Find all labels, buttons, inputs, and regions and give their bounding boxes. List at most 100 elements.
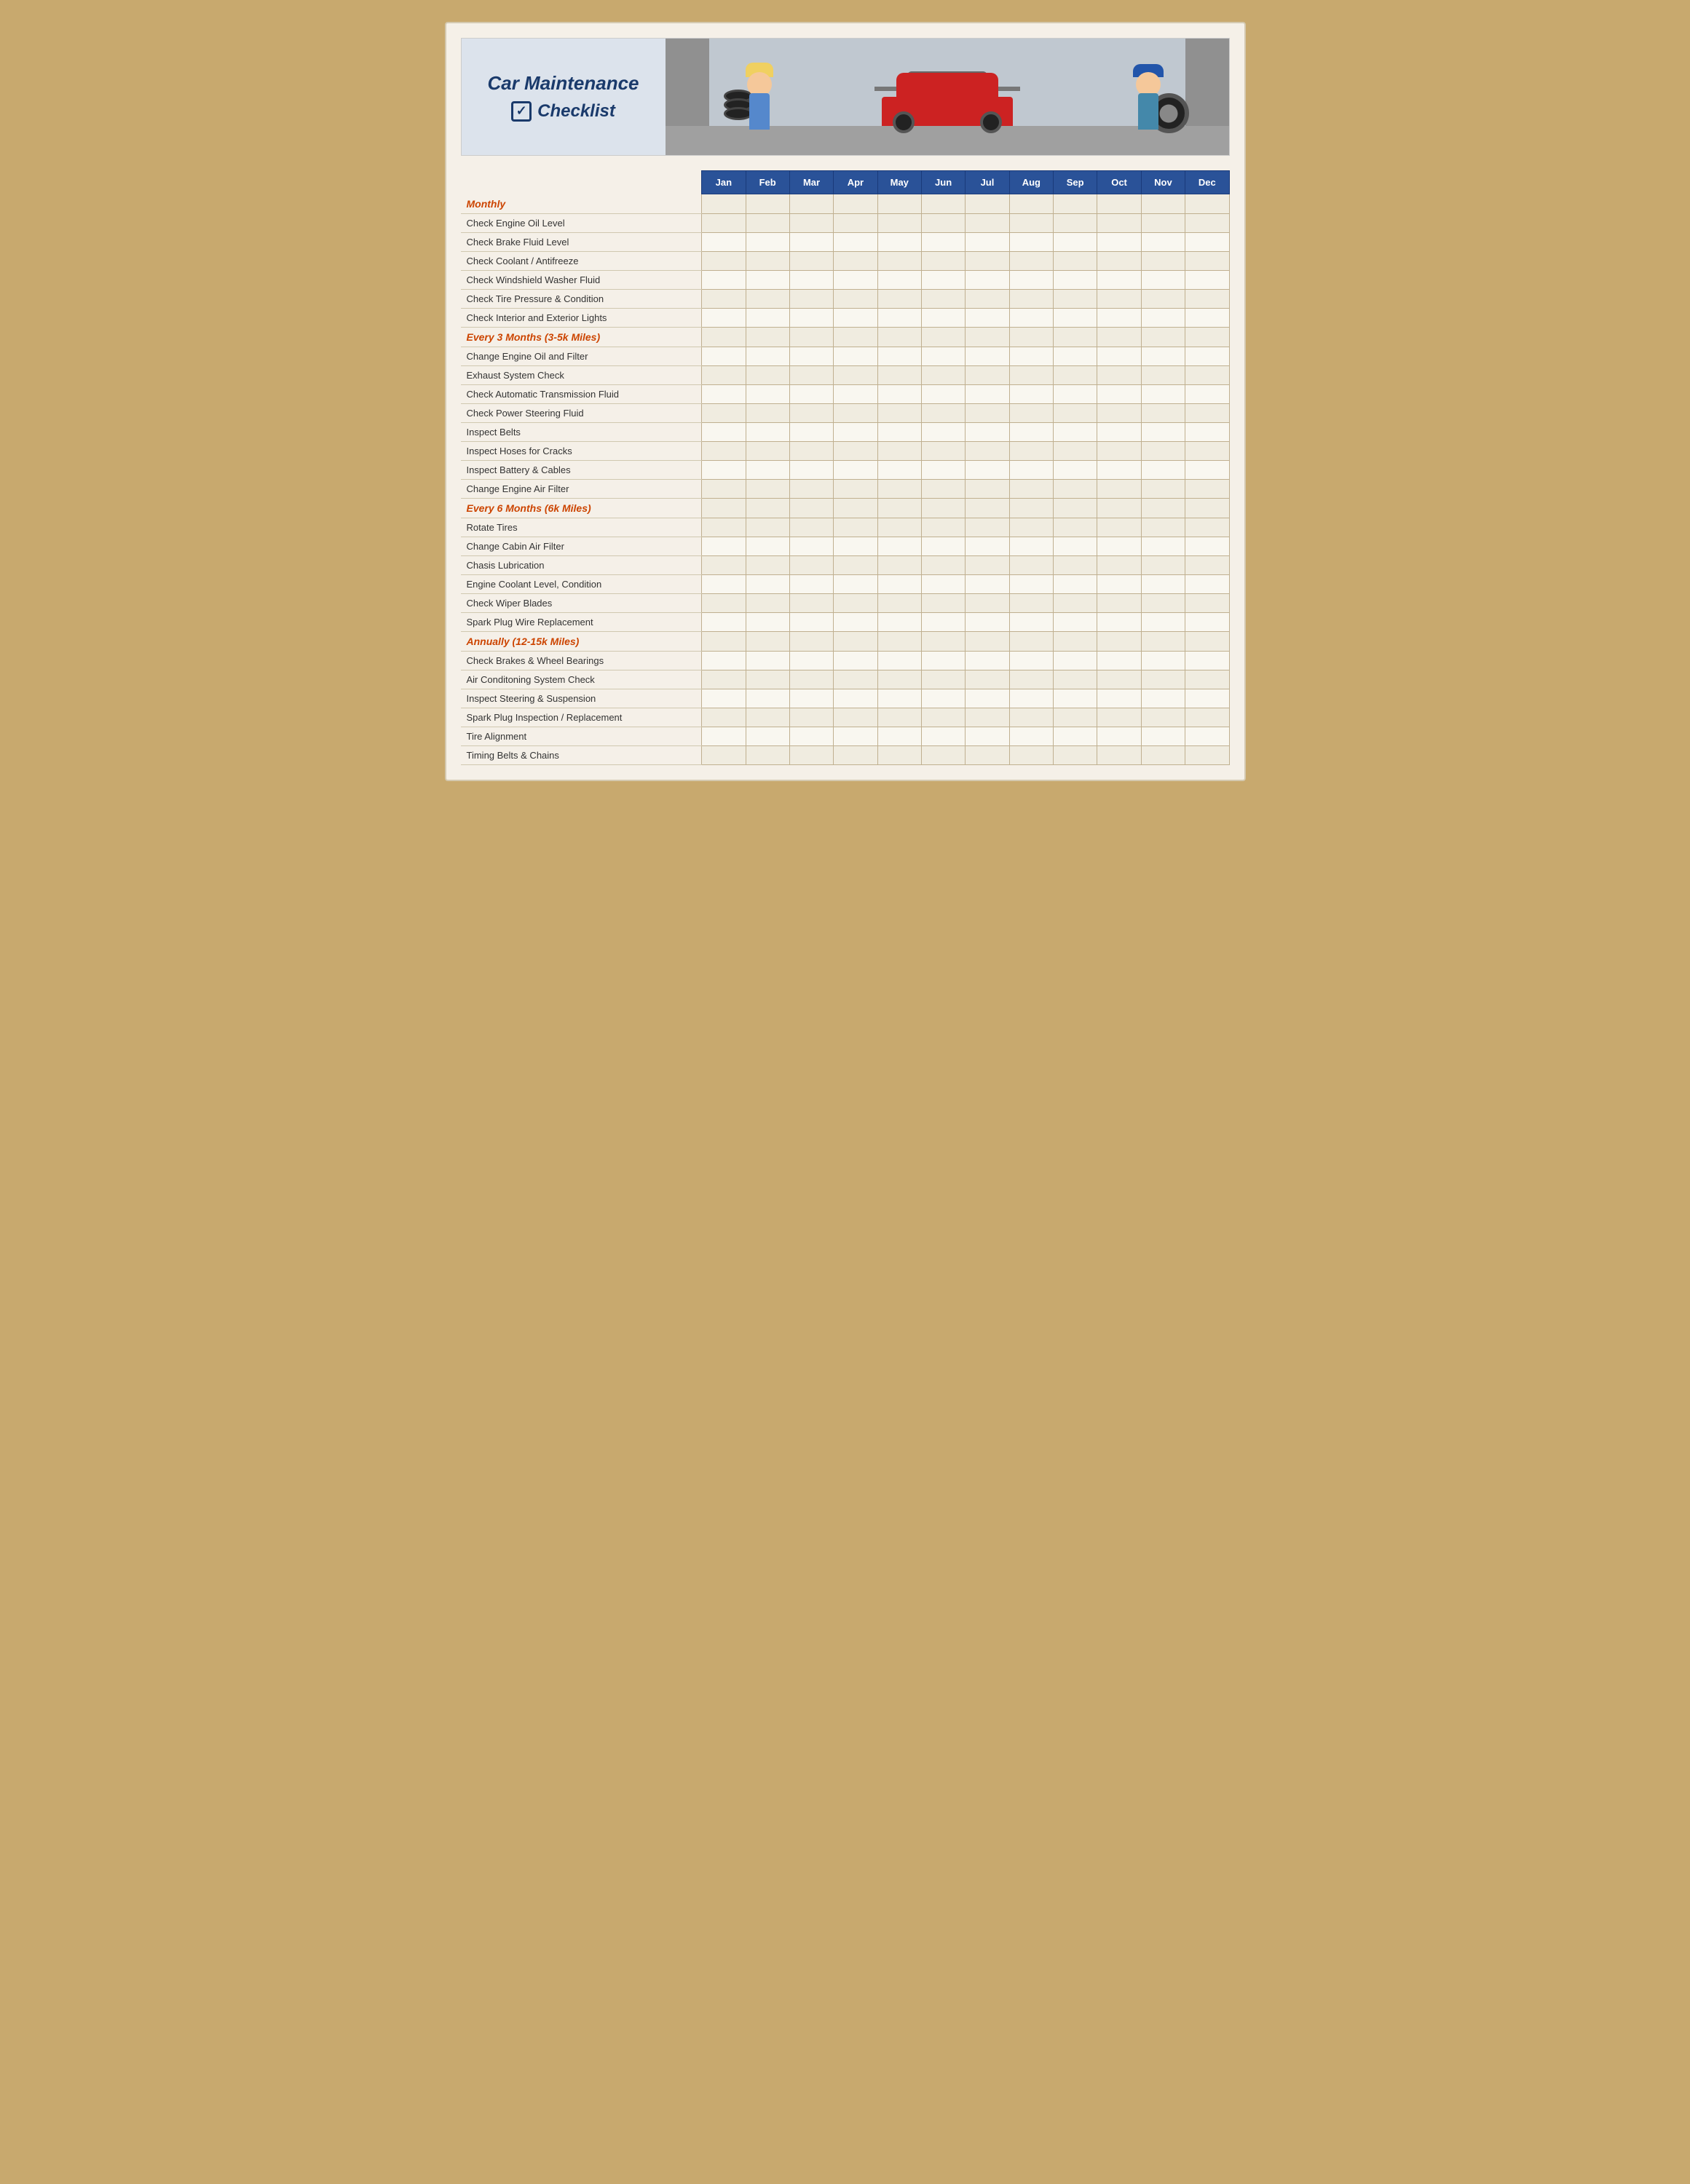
checkbox-cell[interactable] (834, 422, 877, 441)
checkbox-cell[interactable] (1054, 670, 1097, 689)
checkbox-cell[interactable] (1097, 670, 1141, 689)
checkbox-cell[interactable] (746, 574, 789, 593)
checkbox-cell[interactable] (789, 708, 833, 727)
checkbox-cell[interactable] (1141, 479, 1185, 498)
checkbox-cell[interactable] (1141, 270, 1185, 289)
checkbox-cell[interactable] (834, 708, 877, 727)
checkbox-cell[interactable] (877, 745, 921, 764)
checkbox-cell[interactable] (877, 384, 921, 403)
checkbox-cell[interactable] (789, 612, 833, 631)
checkbox-cell[interactable] (1185, 479, 1229, 498)
checkbox-cell[interactable] (1141, 727, 1185, 745)
checkbox-cell[interactable] (746, 651, 789, 670)
checkbox-cell[interactable] (877, 251, 921, 270)
checkbox-cell[interactable] (921, 574, 965, 593)
checkbox-cell[interactable] (1141, 745, 1185, 764)
checkbox-cell[interactable] (921, 537, 965, 555)
checkbox-cell[interactable] (1185, 670, 1229, 689)
checkbox-cell[interactable] (834, 308, 877, 327)
checkbox-cell[interactable] (834, 441, 877, 460)
checkbox-cell[interactable] (746, 518, 789, 537)
checkbox-cell[interactable] (1009, 347, 1053, 365)
checkbox-cell[interactable] (746, 441, 789, 460)
checkbox-cell[interactable] (966, 403, 1009, 422)
checkbox-cell[interactable] (877, 308, 921, 327)
checkbox-cell[interactable] (1185, 308, 1229, 327)
checkbox-cell[interactable] (1141, 555, 1185, 574)
checkbox-cell[interactable] (834, 537, 877, 555)
checkbox-cell[interactable] (1009, 689, 1053, 708)
checkbox-cell[interactable] (1054, 651, 1097, 670)
checkbox-cell[interactable] (1097, 289, 1141, 308)
checkbox-cell[interactable] (877, 518, 921, 537)
checkbox-cell[interactable] (1009, 213, 1053, 232)
checkbox-cell[interactable] (921, 347, 965, 365)
checkbox-cell[interactable] (1009, 518, 1053, 537)
checkbox-cell[interactable] (966, 251, 1009, 270)
checkbox-cell[interactable] (1141, 518, 1185, 537)
checkbox-cell[interactable] (746, 460, 789, 479)
checkbox-cell[interactable] (702, 708, 746, 727)
checkbox-cell[interactable] (877, 460, 921, 479)
checkbox-cell[interactable] (1185, 270, 1229, 289)
checkbox-cell[interactable] (1185, 289, 1229, 308)
checkbox-cell[interactable] (834, 289, 877, 308)
checkbox-cell[interactable] (966, 593, 1009, 612)
checkbox-cell[interactable] (746, 727, 789, 745)
checkbox-cell[interactable] (1054, 347, 1097, 365)
checkbox-cell[interactable] (702, 270, 746, 289)
checkbox-cell[interactable] (789, 727, 833, 745)
checkbox-cell[interactable] (702, 460, 746, 479)
checkbox-cell[interactable] (1185, 441, 1229, 460)
checkbox-cell[interactable] (1054, 422, 1097, 441)
checkbox-cell[interactable] (921, 670, 965, 689)
checkbox-cell[interactable] (702, 422, 746, 441)
checkbox-cell[interactable] (1054, 689, 1097, 708)
checkbox-cell[interactable] (877, 441, 921, 460)
checkbox-cell[interactable] (877, 479, 921, 498)
checkbox-cell[interactable] (1054, 518, 1097, 537)
checkbox-cell[interactable] (702, 612, 746, 631)
checkbox-cell[interactable] (921, 612, 965, 631)
checkbox-cell[interactable] (1141, 537, 1185, 555)
checkbox-cell[interactable] (746, 270, 789, 289)
checkbox-cell[interactable] (1009, 270, 1053, 289)
checkbox-cell[interactable] (1009, 727, 1053, 745)
checkbox-cell[interactable] (1097, 232, 1141, 251)
checkbox-cell[interactable] (834, 555, 877, 574)
checkbox-cell[interactable] (921, 727, 965, 745)
checkbox-cell[interactable] (746, 232, 789, 251)
checkbox-cell[interactable] (789, 479, 833, 498)
checkbox-cell[interactable] (1185, 384, 1229, 403)
checkbox-cell[interactable] (789, 537, 833, 555)
checkbox-cell[interactable] (789, 422, 833, 441)
checkbox-cell[interactable] (877, 232, 921, 251)
checkbox-cell[interactable] (921, 384, 965, 403)
checkbox-cell[interactable] (877, 612, 921, 631)
checkbox-cell[interactable] (1009, 232, 1053, 251)
checkbox-cell[interactable] (966, 537, 1009, 555)
checkbox-cell[interactable] (1141, 612, 1185, 631)
checkbox-cell[interactable] (1097, 422, 1141, 441)
checkbox-cell[interactable] (1009, 574, 1053, 593)
checkbox-cell[interactable] (702, 289, 746, 308)
checkbox-cell[interactable] (921, 441, 965, 460)
checkbox-cell[interactable] (834, 251, 877, 270)
checkbox-cell[interactable] (746, 593, 789, 612)
checkbox-cell[interactable] (834, 270, 877, 289)
checkbox-cell[interactable] (746, 213, 789, 232)
checkbox-cell[interactable] (1097, 308, 1141, 327)
checkbox-cell[interactable] (789, 651, 833, 670)
checkbox-cell[interactable] (834, 689, 877, 708)
checkbox-cell[interactable] (966, 555, 1009, 574)
checkbox-cell[interactable] (1097, 593, 1141, 612)
checkbox-cell[interactable] (1054, 308, 1097, 327)
checkbox-cell[interactable] (1097, 270, 1141, 289)
checkbox-cell[interactable] (1097, 651, 1141, 670)
checkbox-cell[interactable] (1054, 479, 1097, 498)
checkbox-cell[interactable] (921, 518, 965, 537)
checkbox-cell[interactable] (702, 593, 746, 612)
checkbox-cell[interactable] (966, 727, 1009, 745)
checkbox-cell[interactable] (1009, 403, 1053, 422)
checkbox-cell[interactable] (702, 403, 746, 422)
